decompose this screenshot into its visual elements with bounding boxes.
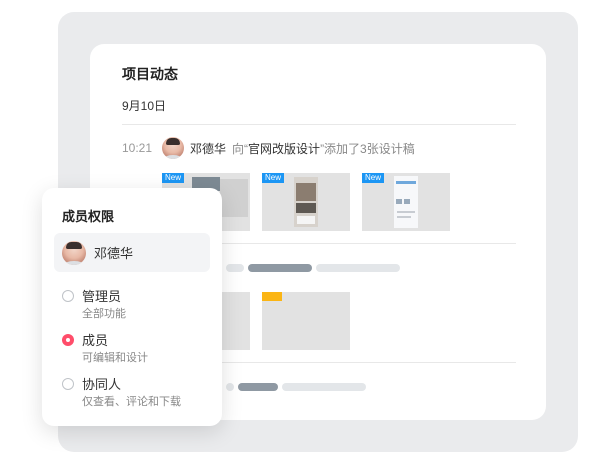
design-thumbnail-2[interactable]: New: [262, 173, 350, 231]
permissions-title: 成员权限: [62, 209, 115, 224]
activity-prefix: 向“: [232, 141, 249, 156]
activity-user[interactable]: 邓德华: [190, 140, 226, 157]
role-description: 全部功能: [82, 308, 126, 320]
divider: [122, 124, 516, 125]
skeleton-bar: [282, 383, 366, 391]
selected-member[interactable]: 邓德华: [54, 233, 210, 272]
member-name: 邓德华: [94, 246, 134, 261]
avatar: [162, 137, 185, 159]
role-description: 仅查看、评论和下载: [82, 396, 181, 408]
role-name: 管理员: [82, 289, 122, 304]
role-description: 可编辑和设计: [82, 352, 148, 364]
role-name: 成员: [82, 333, 109, 348]
new-badge: New: [262, 173, 285, 183]
new-badge: New: [162, 173, 185, 183]
skeleton-bar: [316, 264, 400, 272]
radio-button[interactable]: [62, 378, 74, 390]
skeleton-bar: [238, 383, 278, 391]
radio-button-selected[interactable]: [62, 334, 74, 346]
avatar: [62, 240, 86, 265]
activity-date: 9月10日: [122, 99, 167, 113]
role-name: 协同人: [82, 377, 122, 392]
new-badge: New: [362, 173, 385, 183]
design-thumbnail-placeholder[interactable]: [262, 292, 350, 350]
tag-marker: [262, 292, 282, 301]
activity-item[interactable]: 10:21 邓德华 向“ 官网改版设计 ”添加了3张设计稿: [122, 135, 415, 161]
activity-suffix: ”添加了3张设计稿: [320, 141, 415, 156]
activity-title: 项目动态: [122, 66, 178, 82]
member-permissions-panel: 成员权限 邓德华 管理员 全部功能 成员 可编辑和设计 协同人 仅查看、评论和下…: [42, 188, 222, 426]
radio-button[interactable]: [62, 290, 74, 302]
design-thumbnail-3[interactable]: New: [362, 173, 450, 231]
activity-time: 10:21: [122, 141, 153, 155]
skeleton-bar: [226, 264, 244, 272]
skeleton-bar: [226, 383, 234, 391]
activity-project-link[interactable]: 官网改版设计: [248, 140, 320, 157]
skeleton-bar: [248, 264, 312, 272]
